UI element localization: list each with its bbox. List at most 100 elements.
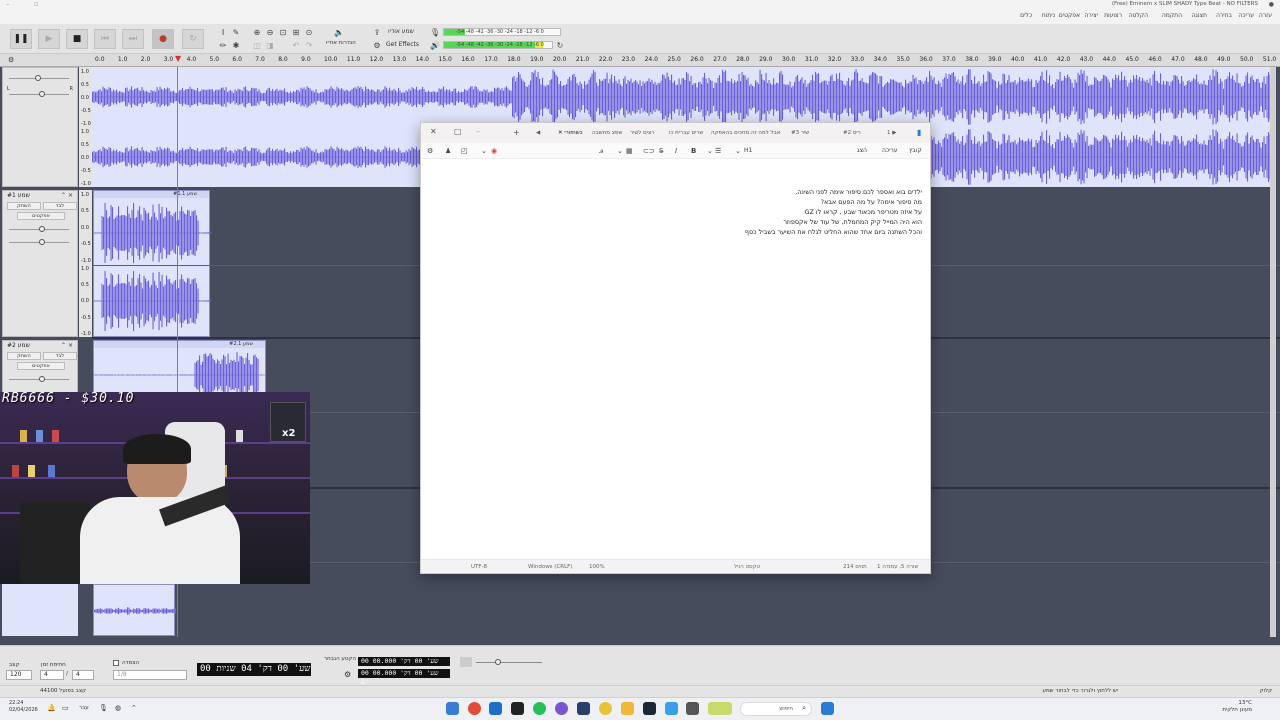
menu-tools[interactable]: כלים	[1020, 12, 1032, 19]
audio-clip[interactable]: שמע #2.1	[93, 340, 267, 400]
heading-button[interactable]: H1	[744, 147, 752, 154]
app-icon-steam[interactable]	[643, 702, 656, 715]
monitor-icon[interactable]: ▭	[62, 704, 69, 712]
skip-start-button[interactable]: ⏮	[94, 29, 116, 49]
speaker-icon[interactable]: 🔈	[334, 27, 344, 37]
play-at-speed-button[interactable]	[460, 657, 472, 667]
skip-end-button[interactable]: ⏭	[122, 29, 144, 49]
snap-checkbox[interactable]	[113, 660, 119, 666]
bold-icon[interactable]: B	[691, 147, 696, 155]
minimize-window-icon[interactable]: –	[476, 127, 480, 136]
menu-tracks[interactable]: רצועות	[1104, 12, 1122, 19]
record-button[interactable]: ●	[152, 29, 174, 49]
trim-icon[interactable]: ◫	[252, 40, 262, 50]
tab-scroll-right[interactable]: 1 ▶	[887, 130, 896, 136]
menu-transport[interactable]: התקמה	[1162, 12, 1182, 19]
new-tab-icon[interactable]: +	[513, 128, 520, 137]
table-icon[interactable]: ▦	[626, 147, 633, 155]
redo-icon[interactable]: ↷	[304, 40, 314, 50]
user-icon[interactable]: ♟	[445, 147, 451, 155]
app-icon-audacity[interactable]	[686, 702, 699, 715]
tab[interactable]: ריס #2	[843, 130, 861, 136]
zoom-in-icon[interactable]: ⊕	[252, 27, 262, 37]
audio-clip[interactable]	[93, 584, 176, 636]
playhead-marker[interactable]: ▼	[175, 54, 181, 63]
link-icon[interactable]: ⊂⊃	[643, 147, 655, 155]
chevron-down-icon[interactable]: ⌄	[707, 147, 713, 155]
vertical-scrollbar[interactable]	[1270, 67, 1276, 637]
time-sig-numerator[interactable]: 4	[40, 670, 64, 680]
maximize-window-icon[interactable]: ▢	[454, 127, 462, 136]
track-name[interactable]: שמע #2	[7, 342, 30, 349]
record-meter[interactable]: -54 -48 -42 -36 -30 -24 -18 -12 -6 0	[443, 28, 561, 36]
chevron-down-icon[interactable]: ⌄	[481, 147, 487, 155]
menu-file[interactable]: קובץ	[909, 147, 922, 154]
italic-icon[interactable]: I	[675, 147, 677, 155]
search-box[interactable]: חיפוש ⌕	[740, 702, 812, 716]
multi-tool-icon[interactable]: ✱	[231, 40, 241, 50]
share-audio-label[interactable]: שמע אודיו	[388, 28, 414, 35]
app-icon-store[interactable]	[665, 702, 678, 715]
minimize-icon[interactable]: –	[6, 0, 10, 8]
spellcheck-icon[interactable]: ꭿ	[599, 147, 603, 156]
zoom-out-icon[interactable]: ⊖	[265, 27, 275, 37]
menu-effects[interactable]: אפקטים	[1059, 12, 1080, 19]
selection-start[interactable]: 00 שע' 00 דק' 00.000 ש'	[358, 657, 450, 674]
list-icon[interactable]: ☰	[715, 147, 721, 155]
tab[interactable]: רצים לשיר	[630, 130, 654, 136]
menu-generate[interactable]: יצירה	[1084, 12, 1098, 19]
get-effects-label[interactable]: Get Effects	[386, 41, 419, 48]
envelope-tool-icon[interactable]: ✎	[231, 27, 241, 37]
close-window-icon[interactable]: ✕	[430, 127, 437, 136]
stop-button[interactable]: ■	[66, 29, 88, 49]
strikethrough-icon[interactable]: S̶	[659, 147, 663, 155]
scroll-left-icon[interactable]: ◀	[536, 130, 540, 136]
menu-view[interactable]: תצוגה	[1191, 12, 1207, 19]
timeline-options-icon[interactable]: ⚙	[8, 56, 14, 64]
cast-icon[interactable]: ◰	[461, 147, 468, 155]
draw-tool-icon[interactable]: ✏	[218, 40, 228, 50]
clip-title[interactable]: שמע #2.1	[94, 341, 265, 348]
selection-tool-icon[interactable]: I	[218, 27, 228, 37]
maximize-icon[interactable]: ▫	[34, 0, 39, 8]
meter-reset-icon[interactable]: ↻	[555, 40, 565, 50]
collapse-icon[interactable]: ⌃ ×	[61, 192, 73, 199]
weather-widget[interactable]: 13°C מעונן חלקית	[1222, 700, 1252, 714]
copilot-icon[interactable]: ◉	[491, 147, 497, 155]
menu-edit[interactable]: עריכה	[882, 147, 898, 154]
audio-setup-label[interactable]: הגדרות אודיו	[326, 40, 356, 46]
menu-record[interactable]: הקלטה	[1129, 12, 1148, 19]
app-icon-whatsapp[interactable]	[533, 702, 546, 715]
track-name[interactable]: שמע #1	[7, 192, 30, 199]
tempo-input[interactable]: 120	[6, 670, 32, 680]
app-icon-record[interactable]	[468, 702, 481, 715]
playback-speed-slider[interactable]	[476, 662, 542, 663]
loop-button[interactable]: ↻	[182, 29, 204, 49]
mic-icon[interactable]: 🎙	[99, 704, 108, 712]
menu-view[interactable]: הצג	[857, 147, 867, 154]
tab[interactable]: שרים עברית כו	[669, 130, 703, 136]
audio-clip[interactable]: שמע #1.1	[93, 190, 211, 337]
tab[interactable]: מחכים בהאפקה	[711, 130, 749, 136]
mute-button[interactable]: השתק	[7, 352, 41, 360]
snap-select[interactable]: 1/8	[113, 670, 187, 680]
mute-button[interactable]: השתק	[7, 202, 41, 210]
effects-icon[interactable]: ⚙	[372, 40, 382, 50]
language-indicator[interactable]: עבר	[79, 705, 89, 711]
tab[interactable]: אבל למה זה	[751, 130, 780, 136]
zoom-toggle-icon[interactable]: ⊙	[304, 27, 314, 37]
app-icon-chrome[interactable]	[599, 702, 612, 715]
menu-analyze[interactable]: ניתוח	[1042, 12, 1055, 19]
notepad-text-area[interactable]: ילדים בוא ואספר לכם סיפור אימה לפני השינ…	[522, 187, 922, 237]
app-icon-weather[interactable]	[708, 702, 732, 715]
start-icon[interactable]	[821, 702, 834, 715]
menu-edit[interactable]: עריכה	[1238, 12, 1254, 19]
clock[interactable]: 22:24 02/04/2026	[9, 700, 38, 714]
app-icon-audio[interactable]	[577, 702, 590, 715]
playback-meter[interactable]: -54 -48 -42 -36 -30 -24 -18 -12 -6 0	[443, 41, 553, 49]
share-icon[interactable]: ⇪	[372, 27, 382, 37]
fit-project-icon[interactable]: ⊞	[291, 27, 301, 37]
tab[interactable]: שפצ מחשבה	[592, 130, 622, 136]
chevron-up-icon[interactable]: ⌃	[131, 704, 137, 712]
tab-active[interactable]: ✕ כשחזורי	[558, 130, 583, 136]
